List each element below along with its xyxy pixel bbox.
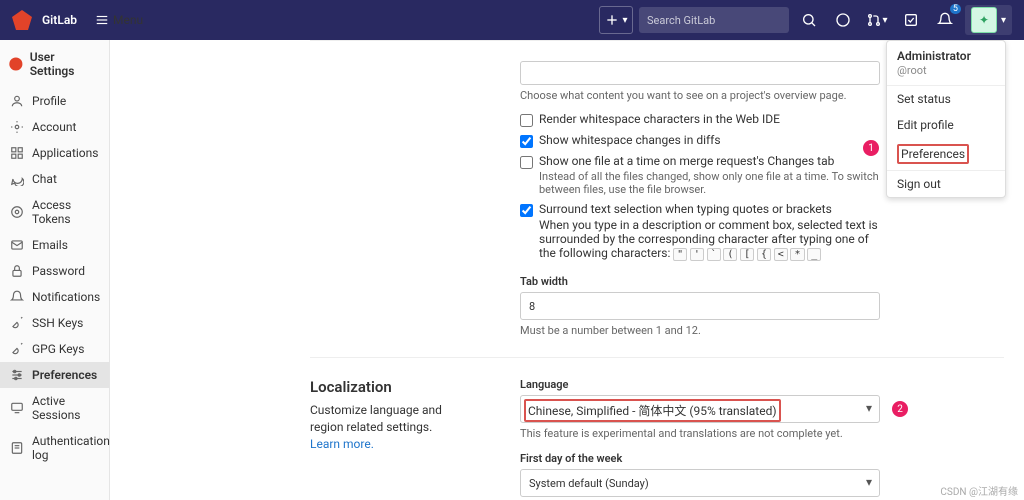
language-help: This feature is experimental and transla… [520,427,880,440]
menu-preferences[interactable]: Preferences 1 [887,138,1005,170]
fdow-label: First day of the week [520,452,880,465]
main-content: Administrator@root Set status Edit profi… [110,40,1024,500]
overview-select[interactable] [520,61,880,85]
menu-edit-profile[interactable]: Edit profile [887,112,1005,138]
todos-icon[interactable] [897,6,925,34]
tab-width-label: Tab width [520,275,880,288]
main-menu[interactable]: Menu [87,9,151,31]
merge-requests-icon[interactable]: ▾ [863,6,891,34]
sidebar-item-notifications[interactable]: Notifications [0,284,109,310]
menu-sign-out[interactable]: Sign out [887,171,1005,197]
chk-one-file[interactable]: Show one file at a time on merge request… [520,154,880,196]
sidebar-item-password[interactable]: Password [0,258,109,284]
overview-help: Choose what content you want to see on a… [520,89,880,102]
language-label: Language [520,378,880,391]
gitlab-logo[interactable] [12,10,32,30]
sidebar-item-gpg[interactable]: GPG Keys [0,336,109,362]
menu-set-status[interactable]: Set status [887,86,1005,112]
chk-render-ws[interactable]: Render whitespace characters in the Web … [520,112,880,127]
watermark: CSDN @江湖有缘 [940,483,1018,498]
localization-learn-more[interactable]: Learn more. [310,437,374,451]
sidebar-item-profile[interactable]: Profile [0,88,109,114]
search-icon[interactable] [795,6,823,34]
language-highlight: Chinese, Simplified - 简体中文 (95% translat… [524,399,781,422]
sidebar-item-account[interactable]: Account [0,114,109,140]
sidebar-item-authlog[interactable]: Authentication log [0,428,109,468]
sidebar-item-preferences[interactable]: Preferences [0,362,109,388]
sidebar-item-chat[interactable]: Chat [0,166,109,192]
notifications-icon[interactable]: 5 [931,6,959,34]
localization-title: Localization [310,378,460,396]
chk-surround[interactable]: Surround text selection when typing quot… [520,202,880,261]
tab-width-help: Must be a number between 1 and 12. [520,324,880,337]
sidebar-header: User Settings [0,40,109,88]
annotation-1: 1 [863,140,879,156]
tab-width-input[interactable] [520,292,880,320]
user-dropdown: Administrator@root Set status Edit profi… [886,40,1006,198]
menu-handle: @root [897,64,927,77]
sidebar-item-tokens[interactable]: Access Tokens [0,192,109,232]
issues-icon[interactable] [829,6,857,34]
sidebar-item-emails[interactable]: Emails [0,232,109,258]
sidebar-item-applications[interactable]: Applications [0,140,109,166]
plus-icon[interactable]: ▾ [599,6,633,34]
brand-name: GitLab [42,13,77,27]
fdow-select[interactable]: System default (Sunday) [520,469,880,497]
annotation-2: 2 [892,401,908,417]
user-avatar[interactable]: ✦▾ [965,5,1012,35]
menu-username: Administrator [897,49,995,63]
sidebar-item-sessions[interactable]: Active Sessions [0,388,109,428]
chk-show-ws[interactable]: Show whitespace changes in diffs [520,133,880,148]
sidebar: User Settings Profile Account Applicatio… [0,40,110,500]
localization-desc: Customize language and region related se… [310,402,460,452]
sidebar-item-ssh[interactable]: SSH Keys [0,310,109,336]
search-input[interactable] [639,7,789,33]
